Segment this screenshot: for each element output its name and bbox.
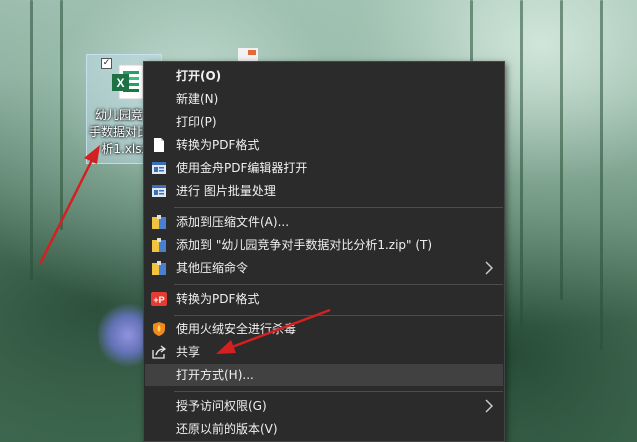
archive-icon xyxy=(152,215,166,229)
menu-item-share[interactable]: 共享 xyxy=(145,341,503,363)
menu-item-label: 转换为PDF格式 xyxy=(176,138,260,152)
menu-item-label: 打印(P) xyxy=(176,115,217,129)
menu-item-label: 打开方式(H)... xyxy=(176,368,254,382)
archive-icon xyxy=(152,261,166,275)
menu-item-label: 新建(N) xyxy=(176,92,219,106)
menu-separator xyxy=(174,284,503,285)
menu-separator xyxy=(174,391,503,392)
menu-item-open[interactable]: 打开(O) xyxy=(145,65,503,87)
wallpaper-vine xyxy=(60,0,63,230)
chevron-right-icon xyxy=(485,261,493,275)
jinzhou-pdf-editor-icon xyxy=(152,162,166,174)
menu-item-label: 进行 图片批量处理 xyxy=(176,184,276,198)
wallpaper-vine xyxy=(30,0,33,280)
wallpaper-vine xyxy=(560,0,563,300)
huorong-shield-icon xyxy=(153,322,165,336)
archive-icon xyxy=(152,238,166,252)
svg-text:+P: +P xyxy=(153,295,164,305)
menu-item-restore-versions[interactable]: 还原以前的版本(V) xyxy=(145,418,503,440)
menu-item-new[interactable]: 新建(N) xyxy=(145,88,503,110)
menu-item-other-compress[interactable]: 其他压缩命令 xyxy=(145,257,503,279)
menu-item-add-to-zip[interactable]: 添加到 "幼儿园竞争对手数据对比分析1.zip" (T) xyxy=(145,234,503,256)
menu-item-label: 使用金舟PDF编辑器打开 xyxy=(176,161,308,175)
menu-item-add-archive[interactable]: 添加到压缩文件(A)... xyxy=(145,211,503,233)
svg-text:X: X xyxy=(116,76,124,90)
menu-item-label: 还原以前的版本(V) xyxy=(176,422,278,436)
menu-item-label: 添加到 "幼儿园竞争对手数据对比分析1.zip" (T) xyxy=(176,238,433,252)
menu-item-label: 添加到压缩文件(A)... xyxy=(176,215,290,229)
chevron-right-icon xyxy=(485,399,493,413)
menu-item-batch-image[interactable]: 进行 图片批量处理 xyxy=(145,180,503,202)
menu-item-print[interactable]: 打印(P) xyxy=(145,111,503,133)
menu-item-label: 转换为PDF格式 xyxy=(176,292,260,306)
wallpaper-vine xyxy=(600,0,603,350)
menu-separator xyxy=(174,207,503,208)
menu-item-label: 打开(O) xyxy=(176,69,222,83)
menu-item-open-jinzhou-pdf[interactable]: 使用金舟PDF编辑器打开 xyxy=(145,157,503,179)
share-icon xyxy=(152,345,167,359)
menu-separator xyxy=(174,315,503,316)
blank-page-icon xyxy=(154,138,164,152)
menu-item-convert-pdf[interactable]: 转换为PDF格式 xyxy=(145,134,503,156)
excel-file-icon: X xyxy=(112,64,144,100)
menu-item-open-with[interactable]: 打开方式(H)... xyxy=(145,364,503,386)
wallpaper-vine xyxy=(520,0,523,330)
menu-item-grant-access[interactable]: 授予访问权限(G) xyxy=(145,395,503,417)
red-pdf-converter-icon: +P xyxy=(151,292,167,306)
context-menu: 打开(O) 新建(N) 打印(P) 转换为PDF格式 使用金舟PDF编辑器打开 xyxy=(143,61,505,442)
menu-item-convert-pdf-2[interactable]: +P 转换为PDF格式 xyxy=(145,288,503,310)
image-batch-icon xyxy=(152,185,166,197)
menu-item-label: 使用火绒安全进行杀毒 xyxy=(176,322,297,336)
menu-item-label: 授予访问权限(G) xyxy=(176,399,267,413)
menu-item-label: 共享 xyxy=(176,345,201,359)
menu-item-huorong-scan[interactable]: 使用火绒安全进行杀毒 xyxy=(145,318,503,340)
menu-item-label: 其他压缩命令 xyxy=(176,261,249,275)
